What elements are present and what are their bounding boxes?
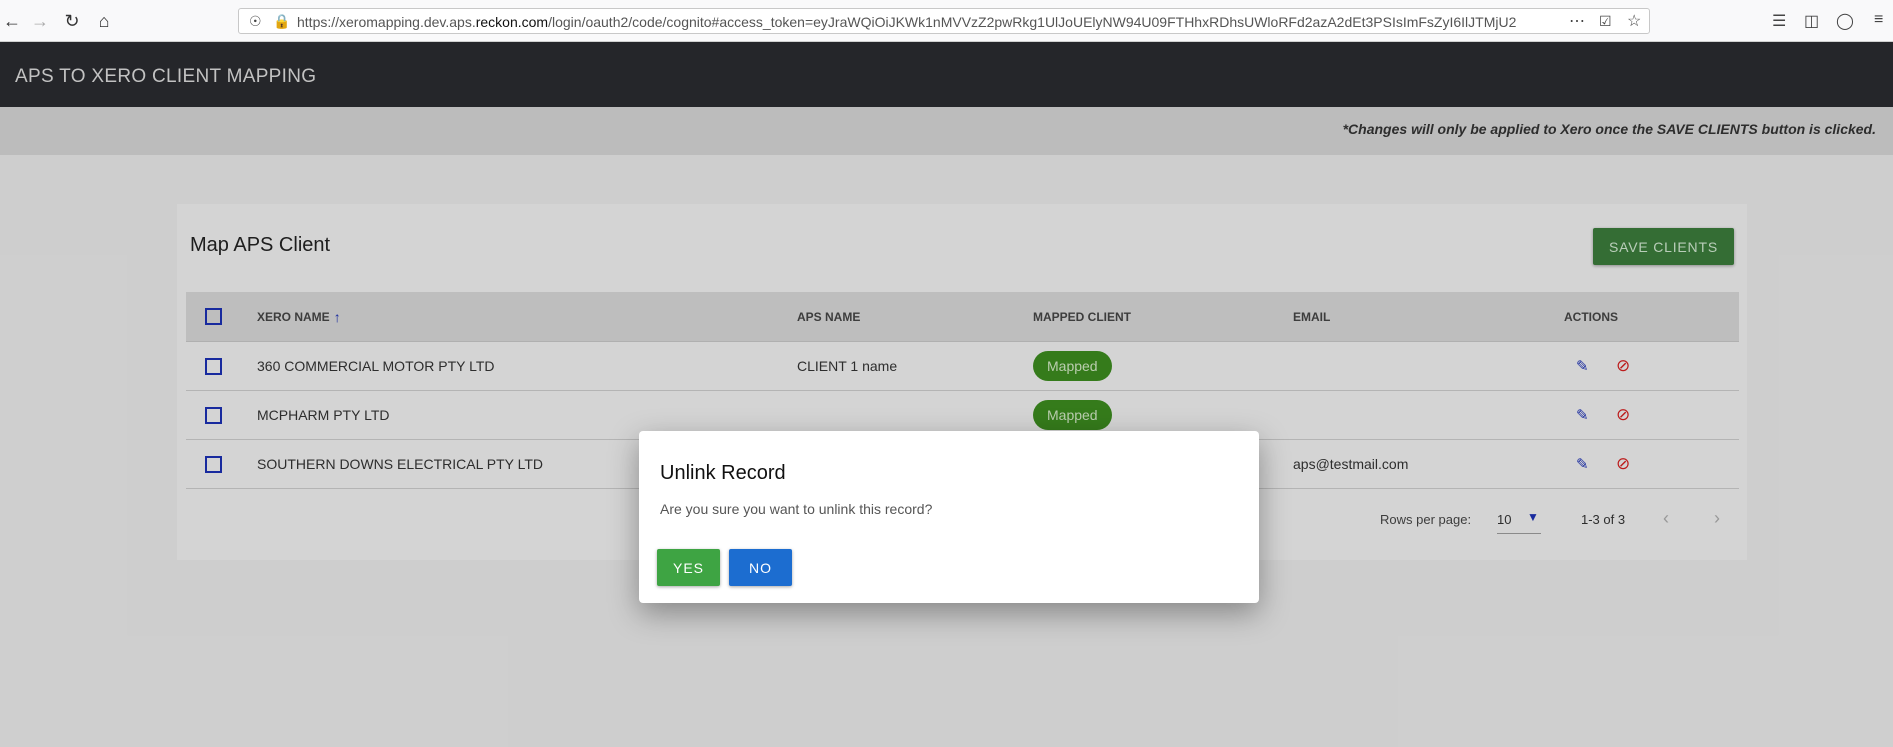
reload-icon[interactable]: ↻ <box>60 9 84 33</box>
url-rest: /login/oauth2/code/cognito#access_token=… <box>548 14 1517 30</box>
sidebar-icon[interactable]: ◫ <box>1804 11 1819 31</box>
address-bar[interactable]: ☉ 🔒 https://xeromapping.dev.aps.reckon.c… <box>238 8 1650 34</box>
dialog-message: Are you sure you want to unlink this rec… <box>660 501 933 517</box>
url-text[interactable]: https://xeromapping.dev.aps.reckon.com/l… <box>297 14 1517 30</box>
pocket-icon[interactable]: ☑ <box>1599 13 1612 30</box>
home-icon[interactable]: ⌂ <box>92 9 116 33</box>
lock-icon[interactable]: 🔒 <box>273 13 290 30</box>
unlink-dialog: Unlink Record Are you sure you want to u… <box>639 431 1259 603</box>
back-icon[interactable]: ← <box>0 9 24 33</box>
more-icon[interactable]: ⋯ <box>1569 11 1585 31</box>
modal-backdrop[interactable] <box>0 42 1893 747</box>
account-icon[interactable]: ◯ <box>1836 11 1854 31</box>
no-button[interactable]: NO <box>729 549 792 586</box>
shield-icon[interactable]: ☉ <box>249 13 262 30</box>
url-domain: reckon.com <box>475 14 549 30</box>
bookmark-star-icon[interactable]: ☆ <box>1627 11 1641 31</box>
library-icon[interactable]: ☰ <box>1772 11 1786 31</box>
yes-button[interactable]: YES <box>657 549 720 586</box>
dialog-title: Unlink Record <box>660 462 786 484</box>
forward-icon[interactable]: → <box>28 9 52 33</box>
menu-icon[interactable]: ≡ <box>1874 11 1883 29</box>
browser-toolbar: ← → ↻ ⌂ ☉ 🔒 https://xeromapping.dev.aps.… <box>0 0 1893 42</box>
url-prefix: https://xeromapping.dev.aps. <box>297 14 476 30</box>
